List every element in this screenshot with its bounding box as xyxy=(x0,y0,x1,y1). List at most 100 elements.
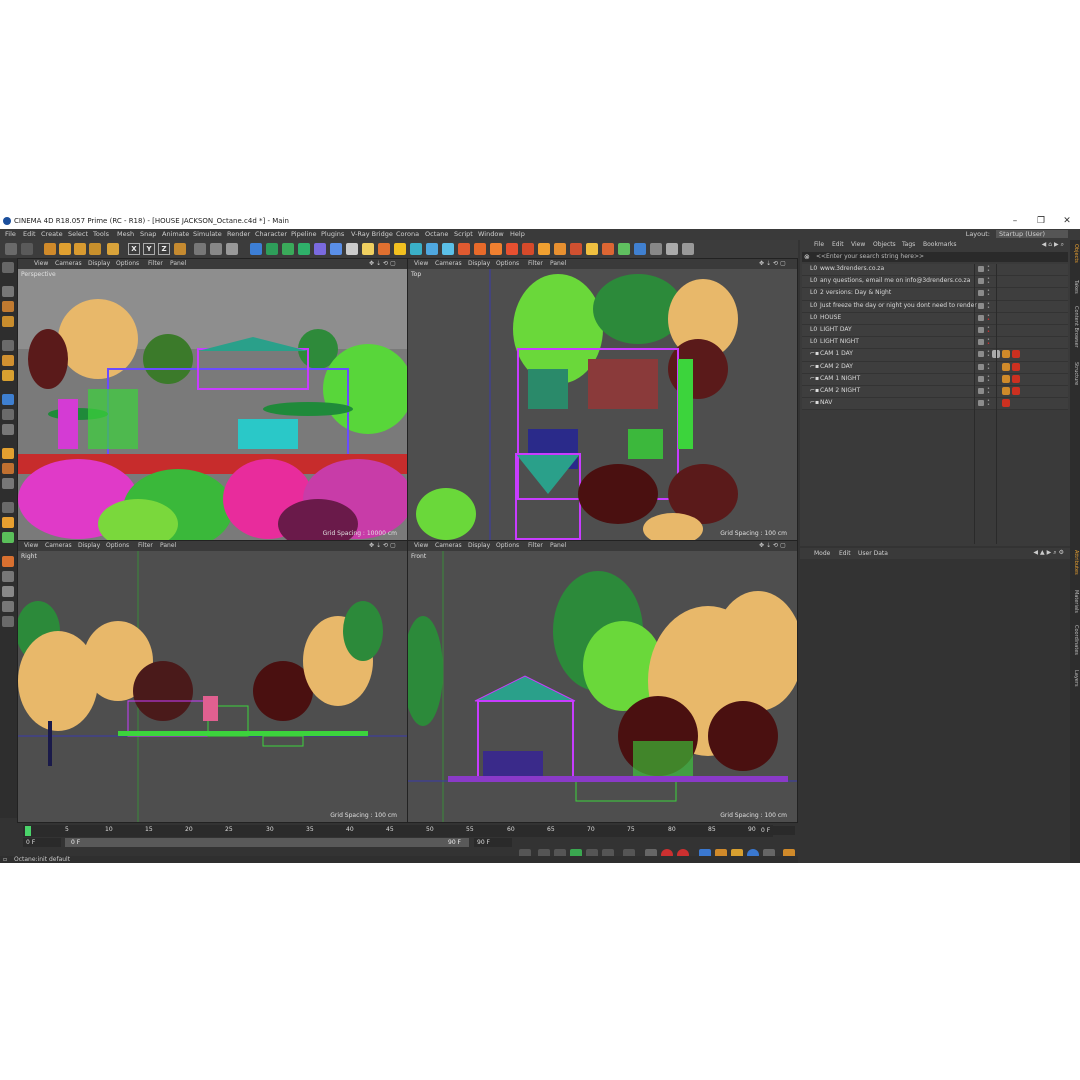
visibility-dots[interactable]: • • xyxy=(987,399,990,408)
layer-checkbox[interactable] xyxy=(978,400,984,407)
viewport-nav-icons[interactable]: ✥⇣⟲▢ xyxy=(759,542,793,549)
list-item[interactable]: L0 HOUSE • • xyxy=(802,312,1068,325)
octane-daylight-icon[interactable] xyxy=(442,243,454,255)
vp-menu-cameras[interactable]: Cameras xyxy=(435,260,462,267)
maximize-button[interactable]: ❐ xyxy=(1034,215,1048,227)
menu-select[interactable]: Select xyxy=(68,230,88,238)
grass-icon[interactable] xyxy=(2,532,14,543)
viewport-front[interactable]: View Cameras Display Options Filter Pane… xyxy=(407,540,798,823)
attr-menu-mode[interactable]: Mode xyxy=(814,550,830,557)
vp-menu-options[interactable]: Options xyxy=(496,542,519,549)
viewport-nav-icons[interactable]: ✥⇣⟲▢ xyxy=(369,260,403,267)
vp-menu-display[interactable]: Display xyxy=(468,260,490,267)
rotate-tool-icon[interactable] xyxy=(89,243,101,255)
vp-menu-cameras[interactable]: Cameras xyxy=(45,542,72,549)
viewport-solo-icon[interactable] xyxy=(2,586,14,597)
render-settings-icon[interactable] xyxy=(226,243,238,255)
layer-checkbox[interactable] xyxy=(978,339,984,346)
sun-icon[interactable] xyxy=(538,243,550,255)
visibility-dots[interactable]: • • xyxy=(987,301,990,310)
frame-range-slider[interactable]: 0 F 90 F xyxy=(65,838,469,847)
snap-icon[interactable] xyxy=(682,243,694,255)
last-tool-icon[interactable] xyxy=(107,243,119,255)
layer-checkbox[interactable] xyxy=(978,387,984,394)
make-editable-icon[interactable] xyxy=(2,262,14,273)
viewport-nav-icons[interactable]: ✥⇣⟲▢ xyxy=(759,260,793,267)
deformer-icon[interactable] xyxy=(314,243,326,255)
vp-menu-options[interactable]: Options xyxy=(106,542,129,549)
menu-vray-bridge[interactable]: V-Ray Bridge xyxy=(351,230,393,238)
object-search-input[interactable]: <<Enter your search string here>> xyxy=(802,252,1068,262)
vp-menu-options[interactable]: Options xyxy=(116,260,139,267)
menu-simulate[interactable]: Simulate xyxy=(193,230,222,238)
axis-mode-icon[interactable] xyxy=(2,394,14,405)
vp-menu-panel[interactable]: Panel xyxy=(160,542,176,549)
render-tag-icon[interactable] xyxy=(1012,362,1020,371)
visibility-dots[interactable]: • • xyxy=(987,289,990,298)
render-view-icon[interactable] xyxy=(194,243,206,255)
obj-menu-tags[interactable]: Tags xyxy=(902,241,915,248)
preferences-icon[interactable] xyxy=(650,243,662,255)
render-tag-icon[interactable] xyxy=(1012,386,1020,395)
vp-menu-view[interactable]: View xyxy=(414,260,428,267)
quantize-icon[interactable] xyxy=(2,571,14,582)
z-axis-lock-button[interactable]: Z xyxy=(158,243,170,255)
points-mode-icon[interactable] xyxy=(2,340,14,351)
menu-pipeline[interactable]: Pipeline xyxy=(291,230,316,238)
octane-camera-tag-icon[interactable] xyxy=(1002,362,1010,371)
close-button[interactable]: ✕ xyxy=(1060,215,1074,227)
layer-checkbox[interactable] xyxy=(978,266,984,272)
coordinate-system-icon[interactable] xyxy=(174,243,186,255)
visibility-dots[interactable]: • • xyxy=(987,362,990,371)
list-item[interactable]: L0 2 versions: Day & Night • • xyxy=(802,288,1068,301)
paint-icon[interactable] xyxy=(2,463,14,474)
light-icon[interactable] xyxy=(362,243,374,255)
tree-icon[interactable] xyxy=(634,243,646,255)
end-frame-field[interactable]: 90 F xyxy=(474,838,512,847)
vp-menu-panel[interactable]: Panel xyxy=(550,542,566,549)
vp-menu-display[interactable]: Display xyxy=(88,260,110,267)
octane-settings-icon[interactable] xyxy=(522,243,534,255)
lock-workplane-icon[interactable] xyxy=(2,478,14,489)
list-item[interactable]: ⌐▪ CAM 2 DAY • • xyxy=(802,361,1068,374)
menu-edit[interactable]: Edit xyxy=(23,230,36,238)
menu-octane[interactable]: Octane xyxy=(425,230,448,238)
list-item[interactable]: L0 LIGHT NIGHT • • xyxy=(802,337,1068,350)
octane-live-viewer-icon[interactable] xyxy=(410,243,422,255)
fire-icon[interactable] xyxy=(570,243,582,255)
viewport-perspective[interactable]: View Cameras Display Options Filter Pane… xyxy=(17,258,408,541)
tab-attributes[interactable]: Attributes xyxy=(1071,550,1079,575)
visibility-dots[interactable]: • • xyxy=(987,277,990,286)
menu-file[interactable]: File xyxy=(5,230,16,238)
octane-light-icon[interactable] xyxy=(490,243,502,255)
redo-icon[interactable] xyxy=(21,243,33,255)
menu-script[interactable]: Script xyxy=(454,230,473,238)
menu-corona[interactable]: Corona xyxy=(396,230,419,238)
layer-checkbox[interactable] xyxy=(978,375,984,382)
obj-menu-bookmarks[interactable]: Bookmarks xyxy=(923,241,957,248)
list-item[interactable]: L0 LIGHT DAY • • xyxy=(802,324,1068,338)
vp-menu-panel[interactable]: Panel xyxy=(550,260,566,267)
workplane-icon[interactable] xyxy=(2,316,14,327)
attr-menu-edit[interactable]: Edit xyxy=(839,550,851,557)
live-selection-icon[interactable] xyxy=(44,243,56,255)
layer-checkbox[interactable] xyxy=(978,314,984,321)
render-tag-icon[interactable] xyxy=(1012,350,1020,359)
vp-menu-view[interactable]: View xyxy=(414,542,428,549)
visibility-dots[interactable]: • • xyxy=(987,374,990,383)
attr-menu-user-data[interactable]: User Data xyxy=(858,550,888,557)
menu-snap[interactable]: Snap xyxy=(140,230,156,238)
tab-materials[interactable]: Materials xyxy=(1071,590,1079,613)
symmetry-icon[interactable] xyxy=(2,556,14,567)
viewport-nav-icons[interactable]: ✥⇣⟲▢ xyxy=(369,542,403,549)
render-tag-icon[interactable] xyxy=(1002,399,1010,408)
column-divider[interactable] xyxy=(974,264,975,544)
menu-help[interactable]: Help xyxy=(510,230,525,238)
layer-checkbox[interactable] xyxy=(978,302,984,309)
vp-menu-display[interactable]: Display xyxy=(468,542,490,549)
visibility-dots[interactable]: • • xyxy=(987,350,990,359)
obj-menu-view[interactable]: View xyxy=(851,241,865,248)
list-item[interactable]: L0 Just freeze the day or night you dont … xyxy=(802,300,1068,313)
octane-camera-tag-icon[interactable] xyxy=(1002,374,1010,383)
vp-menu-options[interactable]: Options xyxy=(496,260,519,267)
